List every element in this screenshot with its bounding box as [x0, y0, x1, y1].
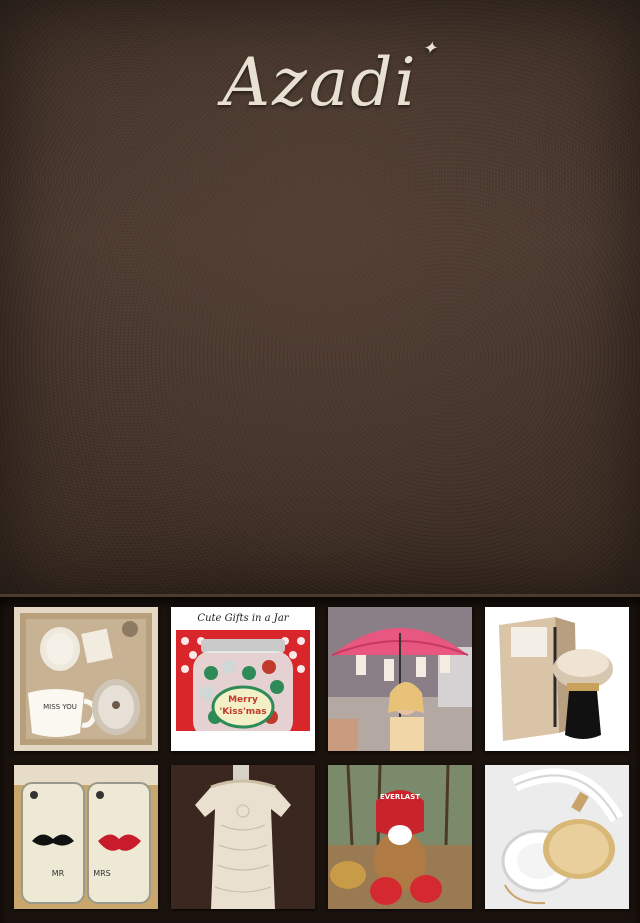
photo-tile-headphones[interactable]	[485, 765, 629, 909]
umbrella-girl-image	[328, 607, 472, 751]
jar-label-line2: 'Kiss'mas	[219, 707, 267, 717]
boxer-dog-image	[328, 765, 472, 909]
lace-dress-image	[171, 765, 315, 909]
photo-tile-lace-dress[interactable]	[171, 765, 315, 909]
gift-box-caption: MISS YOU	[43, 703, 77, 711]
everlast-headgear-text: EVERLAST	[379, 793, 421, 801]
app-logo: Azadi ✦	[0, 38, 640, 121]
photo-tile-boxer-dog[interactable]: EVERLAST	[328, 765, 472, 909]
jar-label-line1: Merry	[228, 695, 258, 705]
sparkle-icon: ✦	[422, 38, 440, 59]
jar-title-caption: Cute Gifts in a Jar	[197, 613, 289, 624]
leather-header: Azadi ✦	[0, 0, 640, 594]
photo-tile-gift-box[interactable]: MISS YOU	[14, 607, 158, 751]
shaving-brush-image	[485, 607, 629, 751]
mrs-label: MRS	[93, 869, 111, 878]
photo-tile-gifts-in-jar[interactable]: Cute Gifts in a Jar Merry 'Kiss'mas	[171, 607, 315, 751]
phone-cases-image	[14, 765, 158, 909]
photo-tile-mr-mrs-cases[interactable]: MR MRS	[14, 765, 158, 909]
gift-box-image	[14, 607, 158, 751]
photo-grid-area: MISS YOU Cute Gifts in a Jar Merry 'Kiss…	[0, 594, 640, 923]
app-logo-text: Azadi	[222, 44, 418, 121]
photo-grid: MISS YOU Cute Gifts in a Jar Merry 'Kiss…	[14, 607, 629, 909]
photo-tile-shaving-brush[interactable]	[485, 607, 629, 751]
photo-tile-umbrella-girl[interactable]	[328, 607, 472, 751]
gifts-jar-image	[171, 607, 315, 751]
headphones-image	[485, 765, 629, 909]
